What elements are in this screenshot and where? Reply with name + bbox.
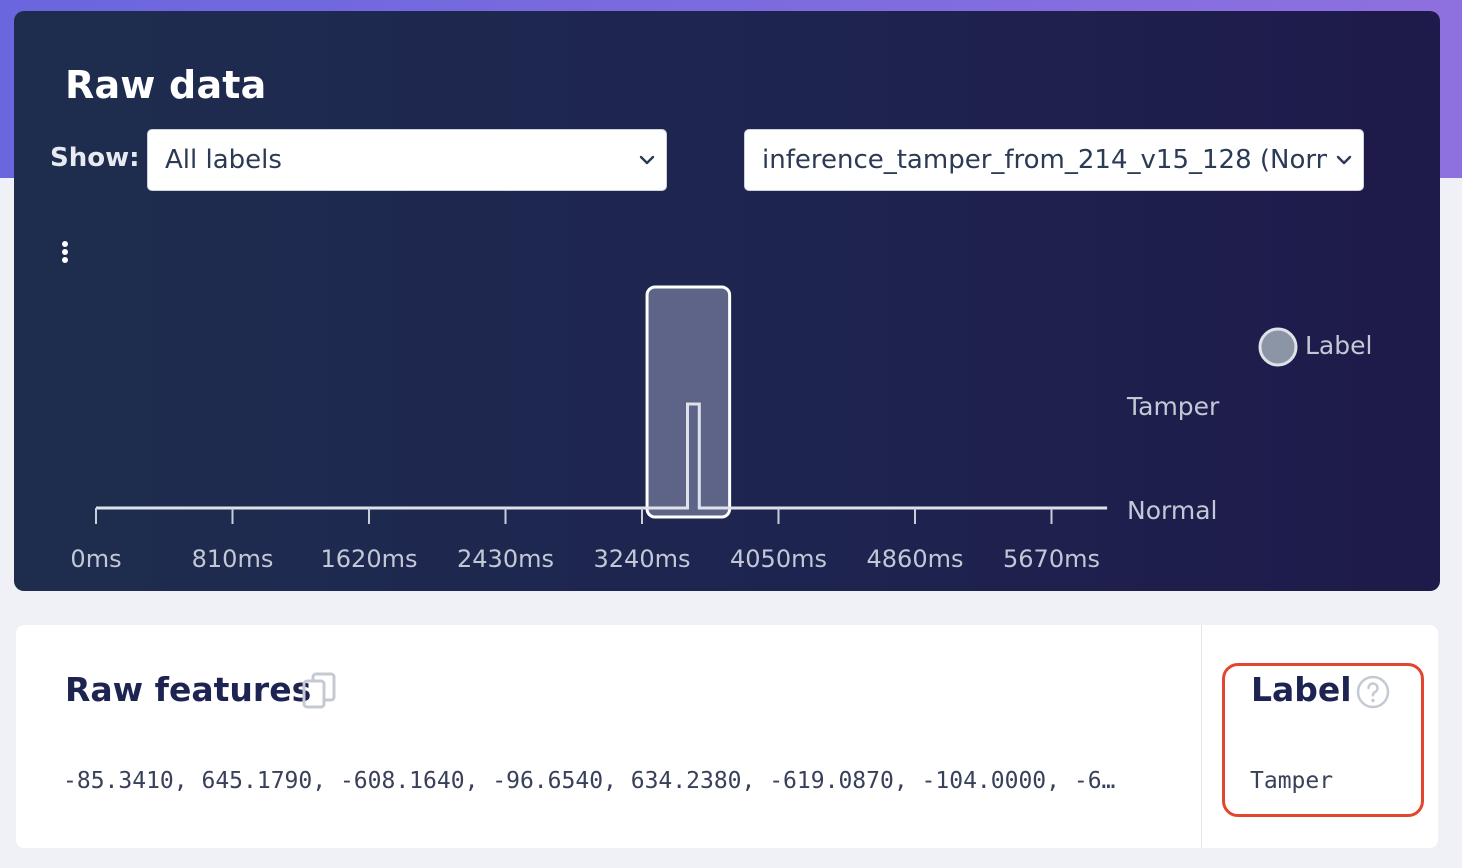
raw-features-title: Raw features [65,670,312,709]
x-tick-label: 0ms [70,545,121,573]
x-tick-label: 1620ms [321,545,418,573]
label-panel-value: Tamper [1250,768,1334,794]
legend-marker [1258,327,1298,367]
legend-label: Label [1305,331,1372,360]
x-tick-label: 4860ms [867,545,964,573]
label-panel-title: Label [1251,670,1352,709]
panel-divider [1201,625,1202,848]
x-tick-label: 5670ms [1003,545,1100,573]
x-tick-label: 3240ms [594,545,691,573]
copy-icon[interactable] [302,672,336,710]
raw-features-card: Raw features -85.3410, 645.1790, -608.16… [16,625,1438,848]
raw-features-values: -85.3410, 645.1790, -608.1640, -96.6540,… [63,768,1123,794]
raw-data-card: Raw data Show: All labels inference_tamp… [14,11,1440,591]
x-tick-label: 810ms [192,545,274,573]
x-tick-label: 4050ms [730,545,827,573]
series-line-0 [96,402,1108,510]
raw-data-chart: 0ms 810ms 1620ms 2430ms 3240ms 4050ms 4860ms 56… [70,285,1372,573]
y-category-label: Normal [1127,496,1217,525]
question-circle-icon[interactable] [1356,675,1390,709]
y-category-label: Tamper [1126,392,1220,421]
x-tick-label: 2430ms [457,545,554,573]
